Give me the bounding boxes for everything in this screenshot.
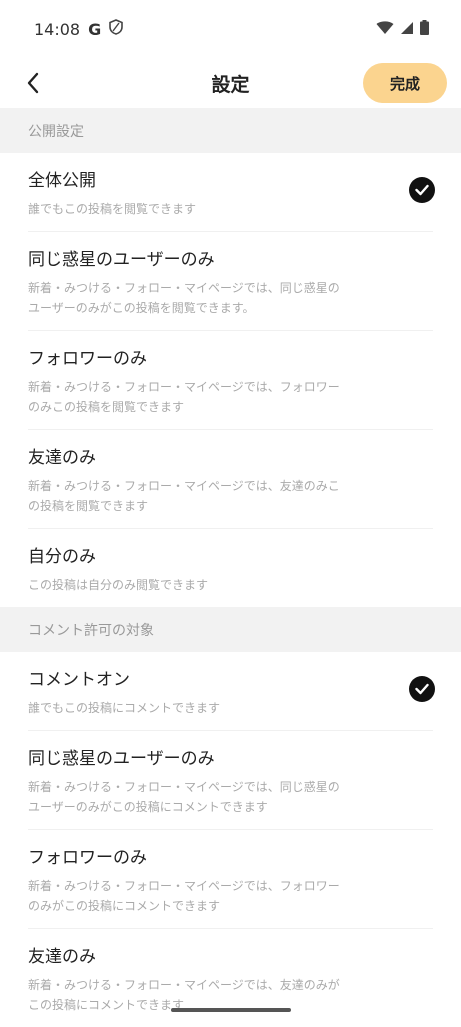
status-bar: 14:08 G [0, 0, 461, 58]
option-description: 新着・みつける・フォロー・マイページでは、友達のみこ の投稿を閲覧できます [28, 479, 340, 513]
option-description: 新着・みつける・フォロー・マイページでは、フォロワー のみこの投稿を閲覧できます [28, 380, 340, 414]
option-item[interactable]: フォロワーのみ新着・みつける・フォロー・マイページでは、フォロワー のみがこの投… [28, 830, 433, 929]
option-item[interactable]: 同じ惑星のユーザーのみ新着・みつける・フォロー・マイページでは、同じ惑星の ユー… [28, 731, 433, 830]
settings-list: 公開設定 全体公開 誰でもこの投稿を閲覧できます 同じ惑星のユーザーのみ 新着・みつける… [0, 108, 461, 1027]
option-description: この投稿は自分のみ閲覧できます [28, 578, 209, 592]
option-title: 友達のみ [28, 947, 96, 967]
check-icon [409, 177, 435, 203]
option-title: 友達のみ [28, 448, 96, 468]
option-description: 誰でもこの投稿にコメントできます [28, 701, 221, 715]
option-description: 新着・みつける・フォロー・マイページでは、同じ惑星の ユーザーのみがこの投稿を閲… [28, 281, 340, 315]
option-description: 新着・みつける・フォロー・マイページでは、フォロワー のみがこの投稿にコメントで… [28, 879, 340, 913]
signal-icon [400, 20, 414, 39]
option-title: フォロワーのみ [28, 349, 147, 369]
wifi-icon [376, 20, 394, 39]
google-icon: G [88, 19, 102, 39]
done-button[interactable]: 完成 [363, 63, 447, 103]
option-item[interactable]: 友達のみ 新着・みつける・フォロー・マイページでは、友達のみが この投稿にコメント… [28, 929, 433, 1027]
section-header: コメント許可の対象 [0, 607, 461, 652]
option-item[interactable]: コメントオン誰でもこの投稿にコメントできます [28, 652, 435, 731]
status-left: 14:08 G [34, 19, 124, 39]
option-title: 同じ惑星のユーザーのみ [28, 250, 215, 270]
option-item[interactable]: 自分のみこの投稿は自分のみ閲覧できます [28, 529, 433, 607]
status-right [376, 19, 429, 39]
option-item[interactable]: 同じ惑星のユーザーのみ新着・みつける・フォロー・マイページでは、同じ惑星の ユー… [28, 232, 433, 331]
shield-icon [109, 19, 124, 39]
option-title: コメントオン [28, 670, 130, 690]
check-icon [409, 676, 435, 702]
option-title: 全体公開 [28, 171, 96, 191]
option-description: 誰でもこの投稿を閲覧できます [28, 202, 197, 216]
option-list: コメントオン誰でもこの投稿にコメントできます同じ惑星のユーザーのみ新着・みつける… [0, 652, 461, 1027]
option-title: 自分のみ [28, 547, 96, 567]
option-title: 同じ惑星のユーザーのみ [28, 749, 215, 769]
section-header: 公開設定 [0, 108, 461, 153]
battery-icon [420, 19, 429, 39]
option-item[interactable]: 全体公開誰でもこの投稿を閲覧できます [28, 153, 435, 232]
option-title: フォロワーのみ [28, 848, 147, 868]
option-item[interactable]: 友達のみ新着・みつける・フォロー・マイページでは、友達のみこ の投稿を閲覧できま… [28, 430, 433, 529]
back-button[interactable] [18, 68, 48, 98]
home-indicator [170, 1008, 291, 1012]
app-header: 設定 完成 [0, 58, 461, 108]
option-description: 新着・みつける・フォロー・マイページでは、同じ惑星の ユーザーのみがこの投稿にコ… [28, 780, 340, 814]
option-item[interactable]: フォロワーのみ新着・みつける・フォロー・マイページでは、フォロワー のみこの投稿… [28, 331, 433, 430]
option-list: 全体公開誰でもこの投稿を閲覧できます同じ惑星のユーザーのみ新着・みつける・フォロ… [0, 153, 461, 607]
chevron-left-icon [27, 72, 39, 94]
status-time: 14:08 [34, 19, 81, 39]
